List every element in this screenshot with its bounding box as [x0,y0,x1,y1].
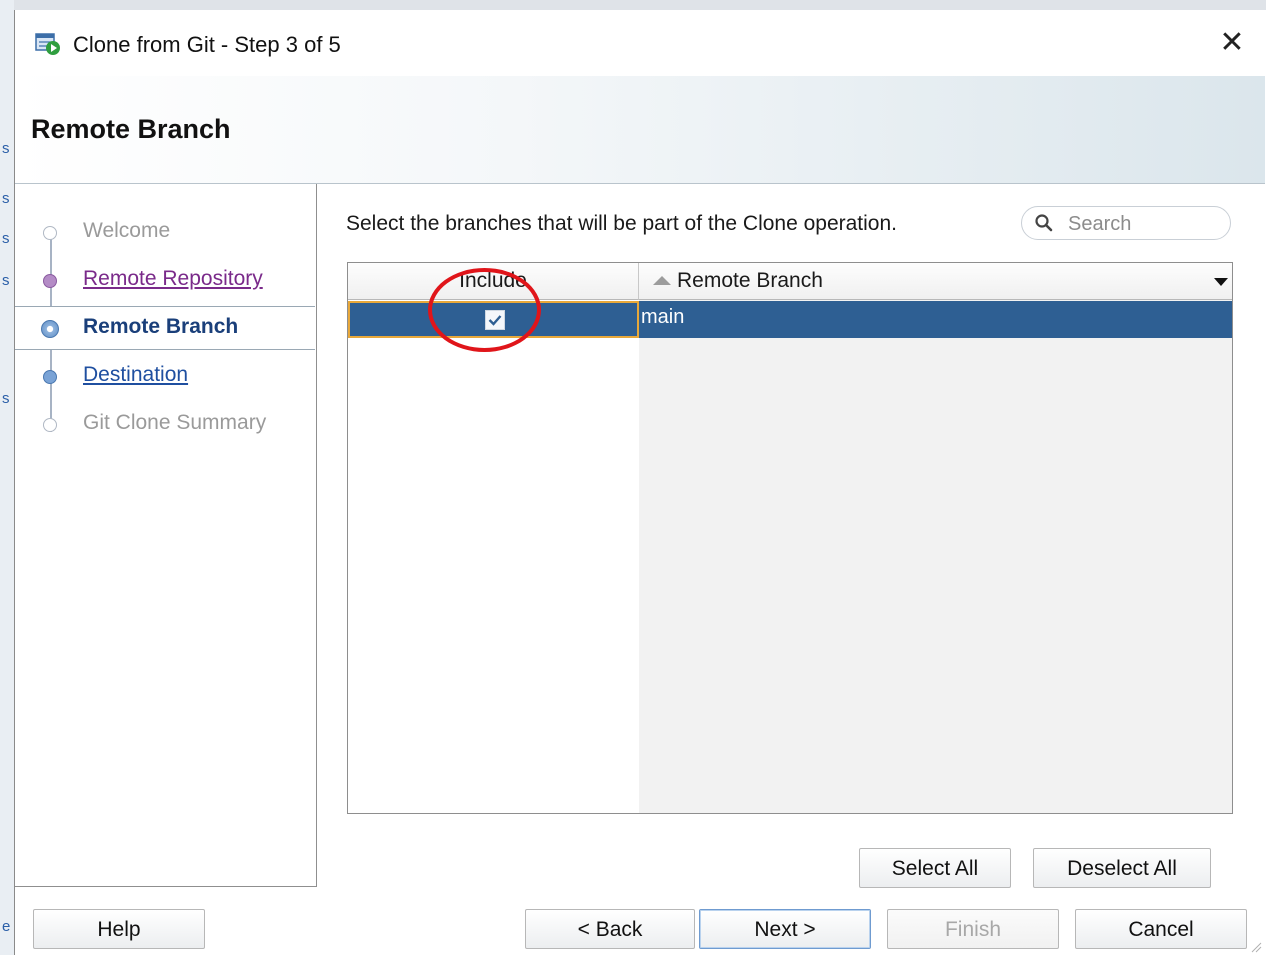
step-git-clone-summary-label: Git Clone Summary [83,411,267,434]
step-git-clone-summary-node-icon [43,418,57,432]
step-remote-repository-node-icon [43,274,57,288]
title-bar: Clone from Git - Step 3 of 5 ✕ [15,10,1265,76]
cancel-button-label: Cancel [1128,918,1194,941]
step-destination-label[interactable]: Destination [83,363,188,387]
step-welcome-node-icon [43,226,57,240]
table-row[interactable]: main [348,301,1232,338]
wizard-steps-sidebar: Welcome Remote Repository Remote Branch … [15,184,317,887]
clone-from-git-dialog: Clone from Git - Step 3 of 5 ✕ Remote Br… [14,10,1265,955]
search-input[interactable] [1066,211,1220,237]
close-icon[interactable]: ✕ [1213,24,1251,62]
include-checkbox[interactable] [485,310,505,330]
column-header-remote-branch-label: Remote Branch [677,269,823,292]
page-title: Remote Branch [31,114,231,144]
dropdown-arrow-icon [1214,278,1228,286]
select-all-button-label: Select All [891,857,979,880]
cancel-button[interactable]: Cancel [1075,909,1247,949]
instruction-text: Select the branches that will be part of… [346,212,898,235]
wizard-header: Remote Branch [15,76,1265,184]
finish-button-label: Finish [944,918,1002,941]
help-button-label: Help [97,918,141,941]
step-welcome: Welcome [15,210,315,254]
finish-button: Finish [887,909,1059,949]
select-all-button[interactable]: Select All [859,848,1011,888]
column-header-remote-branch[interactable]: Remote Branch [639,263,1210,300]
deselect-all-button[interactable]: Deselect All [1033,848,1211,888]
branch-column-background [639,300,1232,813]
back-button[interactable]: < Back [525,909,695,949]
sort-ascending-icon [653,276,671,285]
branches-table: Include Remote Branch main [347,262,1233,814]
git-clone-app-icon [35,33,60,55]
step-git-clone-summary: Git Clone Summary [15,402,315,446]
search-icon [1035,214,1053,232]
next-button[interactable]: Next > [699,909,871,949]
step-remote-repository[interactable]: Remote Repository [15,258,315,302]
include-cell[interactable] [348,301,639,338]
search-box[interactable] [1021,206,1231,240]
background-window-edge [0,0,1266,10]
branch-name-cell: main [641,306,685,328]
column-menu-button[interactable] [1210,263,1232,300]
dialog-title: Clone from Git - Step 3 of 5 [73,32,341,57]
step-remote-repository-label[interactable]: Remote Repository [83,267,263,291]
step-remote-branch: Remote Branch [15,306,315,350]
step-destination-node-icon [43,370,57,384]
step-destination[interactable]: Destination [15,354,315,398]
next-button-label: Next > [754,918,816,941]
help-button[interactable]: Help [33,909,205,949]
back-button-label: < Back [577,918,643,941]
resize-grip-icon[interactable] [1248,939,1262,953]
deselect-all-button-label: Deselect All [1067,857,1177,880]
main-content: Select the branches that will be part of… [317,184,1265,888]
checkmark-icon [488,315,502,326]
column-header-include[interactable]: Include [348,263,639,300]
step-remote-branch-label: Remote Branch [83,315,239,338]
step-welcome-label: Welcome [83,219,171,242]
background-window-strip: sss sse [0,0,14,955]
step-remote-branch-node-icon [41,320,59,338]
